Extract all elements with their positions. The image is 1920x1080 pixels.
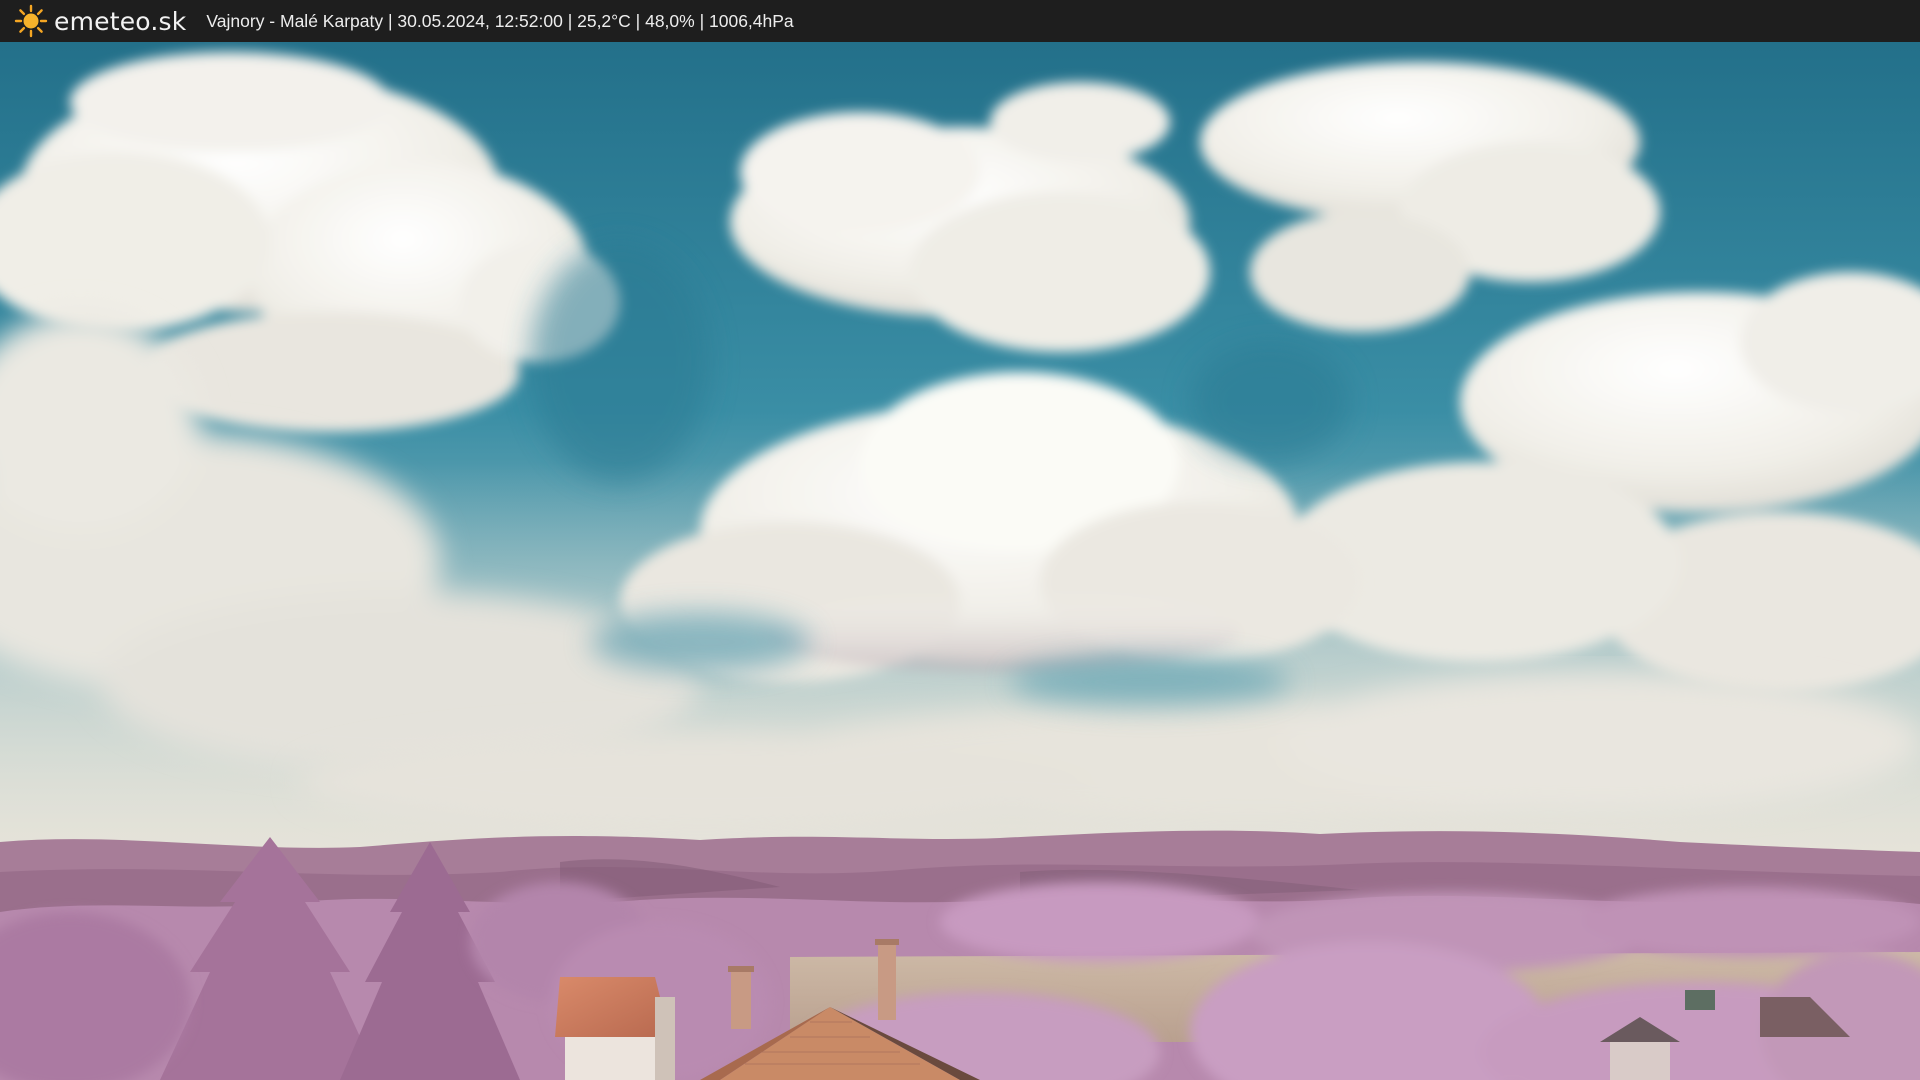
webcam-image: [0, 42, 1920, 1080]
site-logo[interactable]: emeteo.sk: [14, 0, 186, 42]
observation-datetime: 30.05.2024, 12:52:00: [397, 10, 563, 31]
brand-name: emeteo.sk: [54, 6, 187, 36]
station-name: Vajnory - Malé Karpaty: [206, 10, 384, 31]
separator: |: [694, 10, 709, 31]
temperature-value: 25,2°C: [577, 10, 631, 31]
station-info: Vajnory - Malé Karpaty | 30.05.2024, 12:…: [206, 11, 793, 32]
humidity-value: 48,0%: [645, 10, 695, 31]
pressure-value: 1006,4hPa: [709, 10, 794, 31]
separator: |: [562, 10, 578, 31]
top-info-bar: emeteo.sk Vajnory - Malé Karpaty | 30.05…: [0, 0, 1920, 42]
separator: |: [630, 10, 646, 31]
sun-icon: [14, 4, 48, 38]
separator: |: [383, 10, 398, 31]
